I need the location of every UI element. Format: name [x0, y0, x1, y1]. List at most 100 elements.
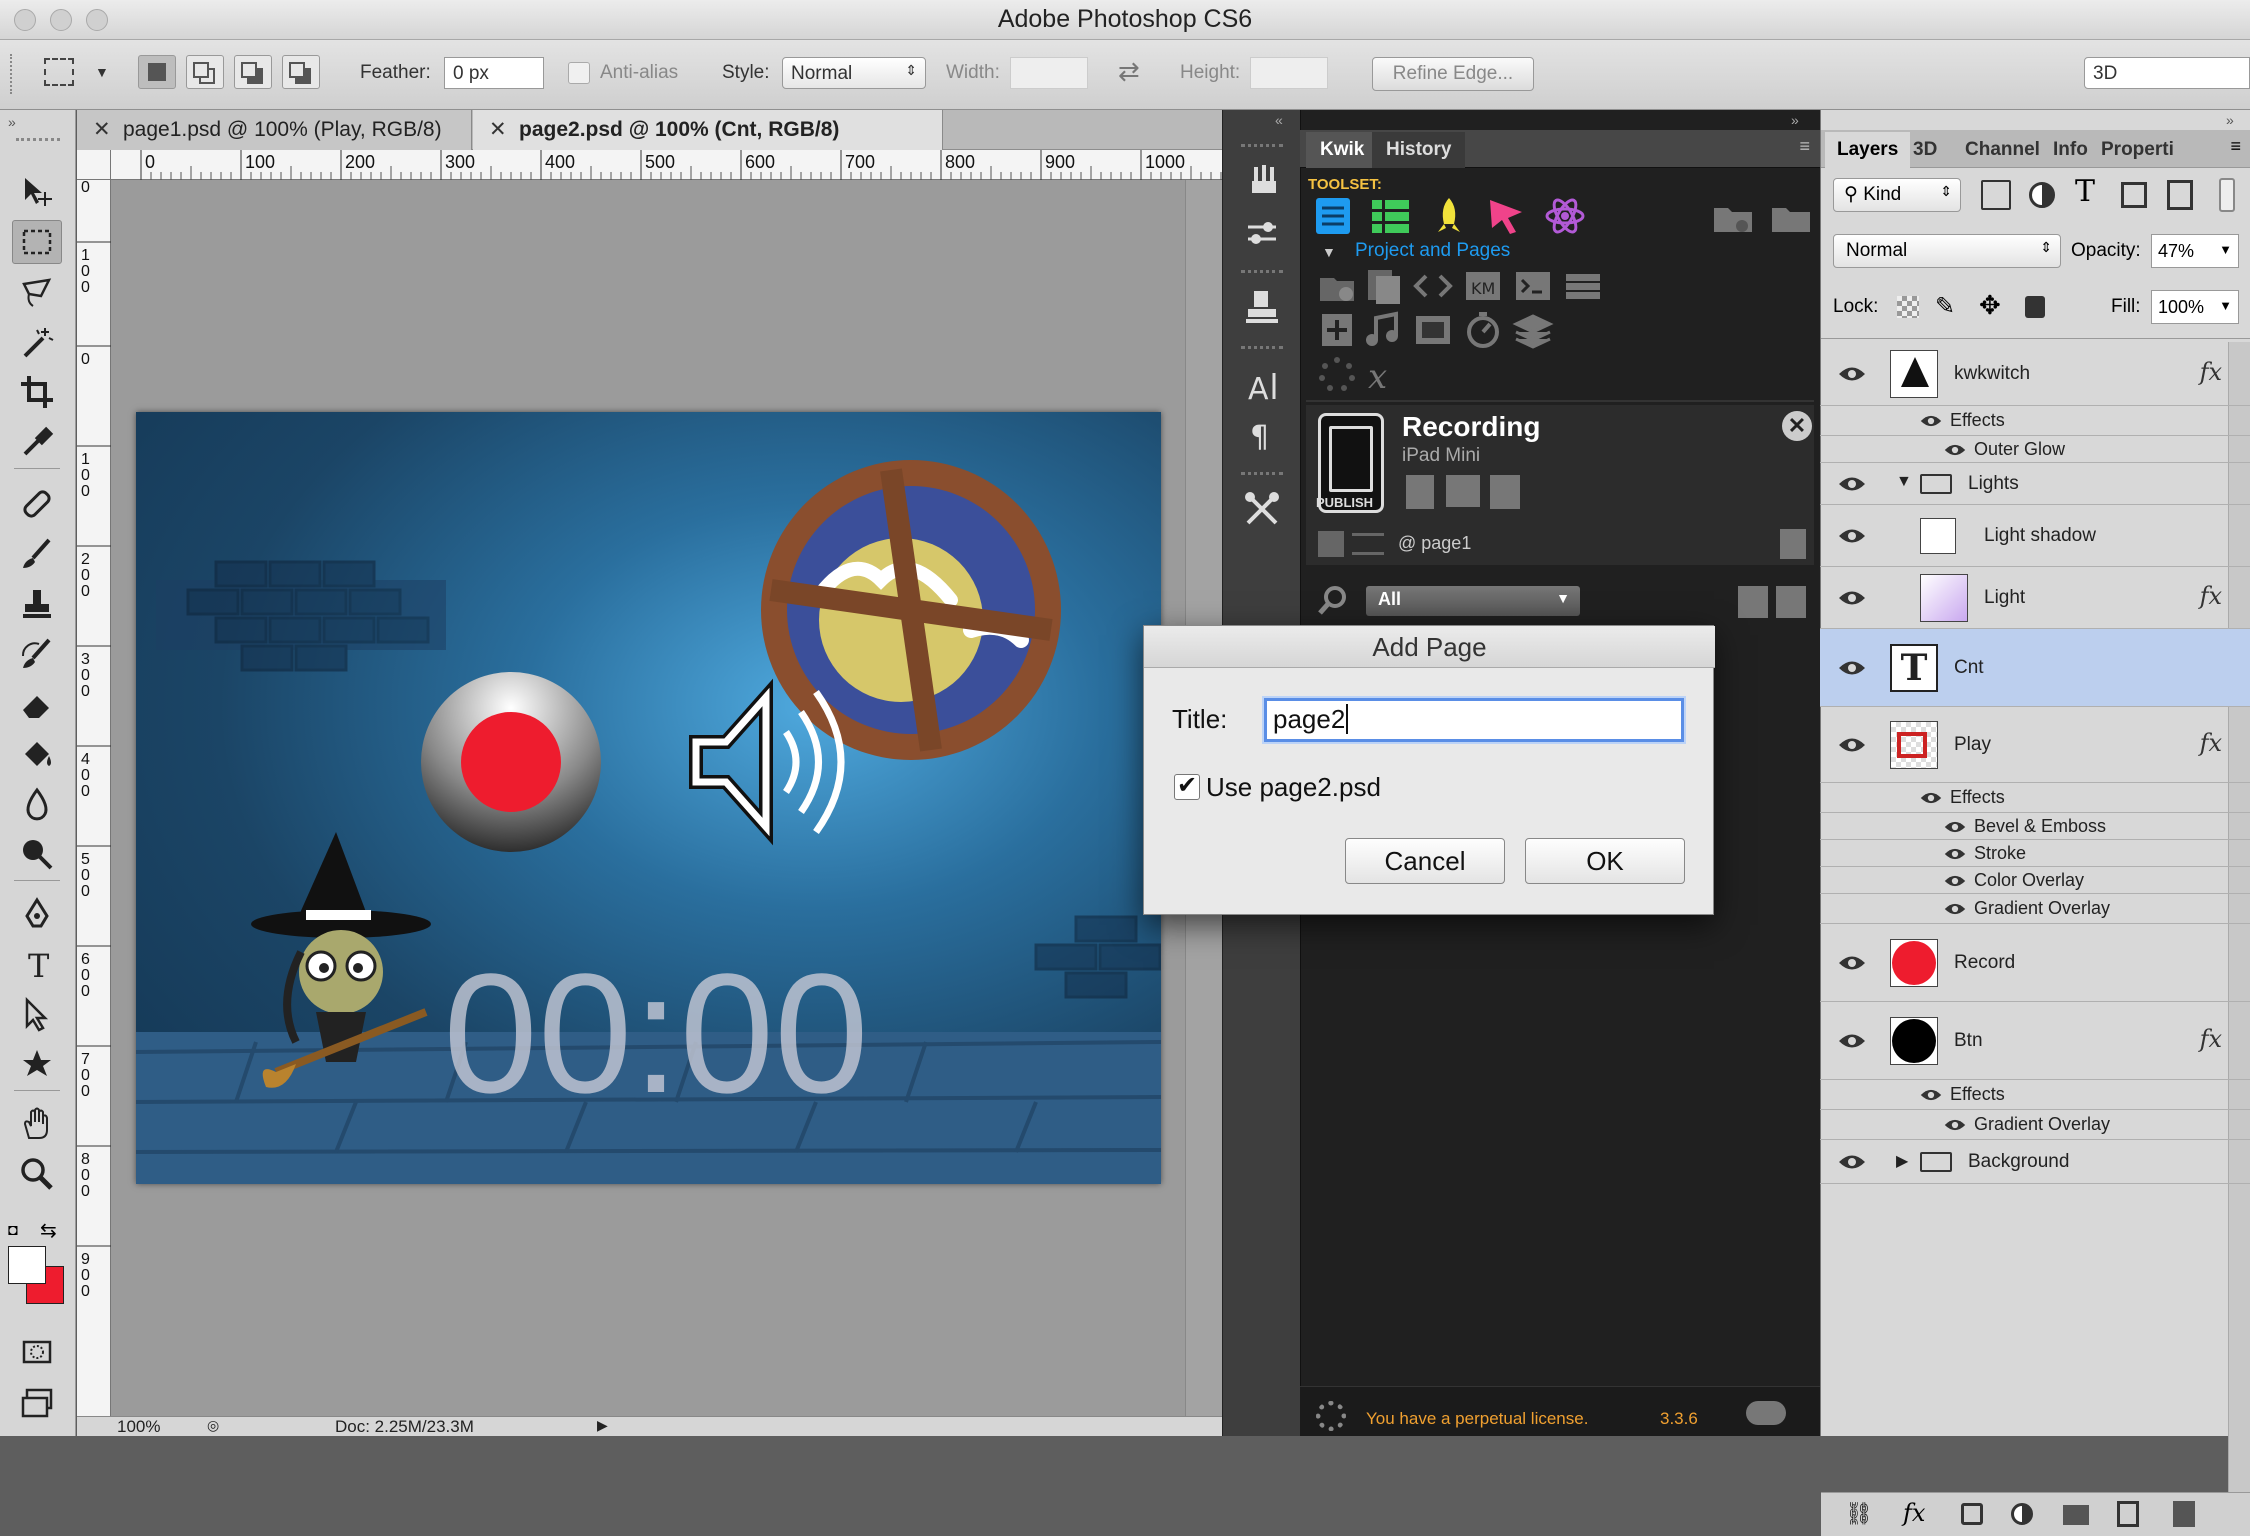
filter-select[interactable]: All ▼ [1366, 586, 1580, 616]
screen-mode-icon[interactable] [12, 1382, 62, 1426]
interaction-toolset-icon[interactable] [1486, 196, 1528, 236]
layer-row[interactable]: T Cnt [1820, 629, 2250, 707]
layer-group-row[interactable]: ▼ Lights [1820, 463, 2250, 505]
layer-effect-row[interactable]: Color Overlay [1820, 867, 2250, 894]
blend-mode-select[interactable]: Normal ⇕ [1833, 234, 2061, 268]
variables-icon[interactable]: x [1362, 354, 1404, 397]
folder-icon[interactable] [1770, 198, 1812, 238]
antialias-checkbox[interactable] [568, 62, 590, 84]
new-group-icon[interactable] [2063, 1505, 2089, 1525]
kwik-tools-icon[interactable] [1239, 486, 1285, 532]
duplicate-page-icon[interactable] [1738, 586, 1768, 618]
new-layer-icon[interactable] [2117, 1501, 2139, 1527]
layer-row[interactable]: Play fx [1820, 707, 2250, 783]
project-properties-icon[interactable] [1362, 266, 1404, 306]
eyedropper-tool-icon[interactable] [12, 420, 62, 464]
feather-input[interactable]: 0 px [444, 57, 544, 89]
expand-panels-icon[interactable]: « [1275, 112, 1283, 128]
cancel-button[interactable]: Cancel [1345, 838, 1505, 884]
layer-effect-row[interactable]: Gradient Overlay [1820, 1110, 2250, 1140]
code-icon[interactable] [1412, 266, 1454, 306]
export-icon[interactable] [1406, 475, 1434, 509]
eye-icon[interactable] [1944, 442, 1966, 458]
layout-toolset-icon[interactable] [1370, 196, 1412, 236]
lock-transparent-icon[interactable] [1897, 296, 1919, 318]
layer-row[interactable]: Record [1820, 924, 2250, 1002]
eraser-tool-icon[interactable] [12, 682, 62, 726]
layer-effects-row[interactable]: Effects [1820, 1080, 2250, 1110]
swap-width-height-icon[interactable]: ⇄ [1118, 56, 1140, 87]
group-collapsed-icon[interactable]: ▶ [1896, 1151, 1908, 1171]
panel-grip[interactable] [1241, 472, 1283, 475]
swap-colors-icon[interactable]: ⇆ [40, 1218, 57, 1243]
video-icon[interactable] [1412, 310, 1454, 350]
tab-properties[interactable]: Properti [2101, 132, 2174, 168]
layer-effect-row[interactable]: Bevel & Emboss [1820, 813, 2250, 840]
eye-icon[interactable] [1920, 1087, 1942, 1103]
layer-row[interactable]: Btn fx [1820, 1002, 2250, 1080]
doc-tab-page1[interactable]: ✕ page1.psd @ 100% (Play, RGB/8) [77, 110, 472, 150]
gallery-icon[interactable] [1446, 475, 1480, 507]
intersect-selection-mode-button[interactable] [282, 55, 320, 89]
magic-wand-tool-icon[interactable] [12, 320, 62, 364]
chevron-down-icon[interactable]: ▼ [2219, 298, 2232, 313]
zoom-tool-icon[interactable] [12, 1152, 62, 1196]
link-layers-icon[interactable]: ⛓ [1845, 1501, 1873, 1527]
height-input[interactable] [1250, 57, 1328, 89]
workspace-select[interactable]: 3D [2084, 57, 2250, 89]
options-grip[interactable] [10, 54, 16, 94]
quick-mask-icon[interactable] [12, 1330, 62, 1374]
refine-edge-button[interactable]: Refine Edge... [1372, 57, 1534, 91]
character-panel-icon[interactable]: A [1239, 362, 1285, 408]
new-selection-mode-button[interactable] [138, 55, 176, 89]
custom-shape-tool-icon[interactable] [12, 1042, 62, 1086]
vertical-ruler[interactable]: 2001000100200300400500600700800900 [77, 180, 111, 1416]
add-selection-mode-button[interactable] [186, 55, 224, 89]
lasso-tool-icon[interactable] [12, 270, 62, 314]
use-psd-label[interactable]: Use page2.psd [1206, 772, 1381, 803]
zoom-level[interactable]: 100% [117, 1417, 160, 1437]
panel-menu-icon[interactable]: ≡ [1799, 136, 1810, 157]
move-tool-icon[interactable] [12, 170, 62, 214]
project-pages-toolset-icon[interactable] [1312, 196, 1354, 236]
layer-row[interactable]: kwkwitch fx [1820, 342, 2250, 406]
document-canvas[interactable]: 00:00 [136, 412, 1161, 1184]
animation-toolset-icon[interactable] [1428, 196, 1470, 236]
layer-group-row[interactable]: ▶ Background [1820, 1140, 2250, 1184]
lock-position-icon[interactable]: ✥ [1979, 290, 2001, 321]
close-tab-icon[interactable]: ✕ [93, 110, 111, 150]
brush-tool-icon[interactable] [12, 532, 62, 576]
marquee-tool-preset-icon[interactable] [44, 58, 74, 86]
panel-collapse-icon[interactable]: » [8, 114, 16, 130]
timer-icon[interactable] [1462, 310, 1504, 350]
blur-tool-icon[interactable] [12, 782, 62, 826]
crop-tool-icon[interactable] [12, 370, 62, 414]
add-mask-icon[interactable] [1961, 1503, 1983, 1525]
layer-effect-row[interactable]: Gradient Overlay [1820, 894, 2250, 924]
layer-row[interactable]: Light fx [1820, 567, 2250, 629]
layer-effects-icon[interactable]: fx [2200, 358, 2222, 386]
layer-effects-icon[interactable]: fx [2200, 729, 2222, 757]
pages-icon[interactable] [1490, 475, 1520, 509]
layer-effect-row[interactable]: Stroke [1820, 840, 2250, 867]
panel-menu-icon[interactable]: ≡ [2230, 136, 2241, 157]
page-icon[interactable] [1318, 531, 1344, 557]
subtract-selection-mode-button[interactable] [234, 55, 272, 89]
paint-bucket-tool-icon[interactable] [12, 732, 62, 776]
eye-icon[interactable] [1838, 1032, 1866, 1050]
new-adjustment-icon[interactable] [2011, 1503, 2033, 1525]
use-psd-checkbox[interactable]: ✔ [1174, 774, 1200, 800]
tab-channels[interactable]: Channel [1965, 132, 2040, 168]
trash-icon[interactable] [1780, 529, 1806, 559]
opacity-input[interactable]: 47% ▼ [2151, 234, 2239, 268]
play-arrow-icon[interactable]: ▶ [597, 1417, 608, 1434]
eye-icon[interactable] [1838, 659, 1866, 677]
collapse-panel-icon[interactable]: » [2226, 112, 2234, 128]
tab-history[interactable]: History [1372, 132, 1466, 168]
open-folder-icon[interactable] [1712, 198, 1754, 238]
pixel-layer-filter-icon[interactable] [1981, 180, 2011, 210]
brush-presets-icon[interactable] [1239, 210, 1285, 256]
healing-brush-tool-icon[interactable] [12, 482, 62, 526]
doc-tab-page2[interactable]: ✕ page2.psd @ 100% (Cnt, RGB/8) [473, 110, 943, 150]
tab-kwik[interactable]: Kwik [1306, 132, 1379, 168]
